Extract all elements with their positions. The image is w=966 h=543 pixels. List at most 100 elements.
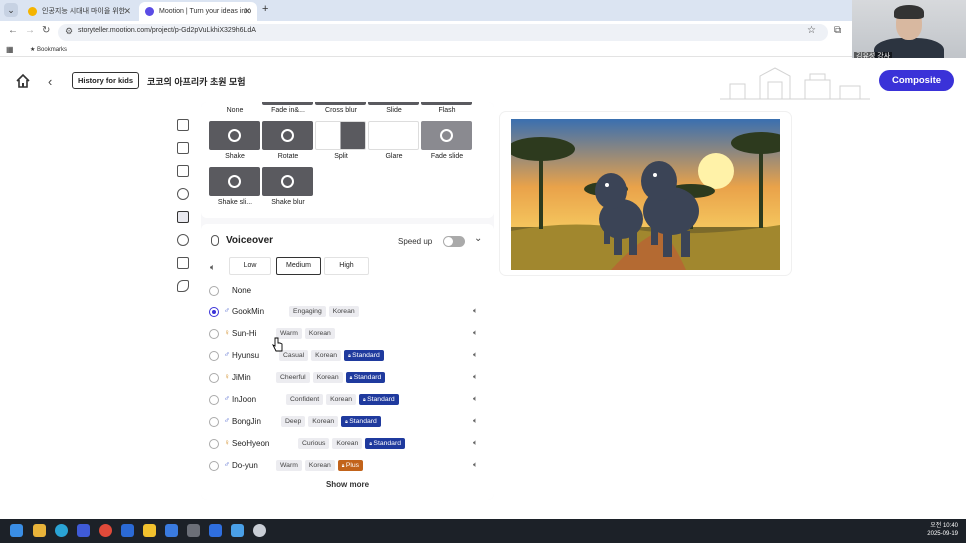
avatar-icon[interactable] [177, 257, 189, 269]
word-icon[interactable] [121, 524, 134, 537]
new-tab-button[interactable]: + [262, 3, 268, 15]
transitions-card: None Fade in&... Cross blur Slide Flash … [201, 102, 494, 218]
app-icon[interactable] [253, 524, 266, 537]
voice-preview-speaker-icon[interactable]: 🔈︎ [473, 394, 478, 404]
voice-option[interactable]: ♂ Hyunsu Casual Korean 🔒︎ Standard 🔈︎ [209, 348, 485, 364]
plus-badge: 🔒︎ Plus [337, 460, 364, 471]
collapse-chevron-icon[interactable]: ⌄ [474, 233, 482, 244]
voice-preview-speaker-icon[interactable]: 🔈︎ [473, 306, 478, 316]
zoom-icon[interactable] [209, 524, 222, 537]
transition-glyph-icon [228, 129, 241, 142]
elephants-scene-image[interactable] [511, 119, 780, 270]
voice-option[interactable]: ♂ InJoon Confident Korean 🔒︎ Standard 🔈︎ [209, 392, 485, 408]
voice-radio[interactable] [209, 439, 219, 449]
female-icon: ♀ [224, 372, 230, 381]
transition-tile-shake[interactable] [209, 121, 260, 150]
voice-option[interactable]: ♀ JiMin Cheerful Korean 🔒︎ Standard 🔈︎ [209, 370, 485, 386]
chrome-icon[interactable] [99, 524, 112, 537]
transition-label: Shake blur [271, 199, 305, 206]
voice-radio[interactable] [209, 286, 219, 296]
browser-tab[interactable]: 인공지능 시대내 마이을 위한 ✕ [22, 2, 137, 21]
voice-tag: Korean [328, 306, 359, 317]
voice-radio[interactable] [209, 307, 219, 317]
app-icon[interactable] [231, 524, 244, 537]
voice-radio[interactable] [209, 373, 219, 383]
history-for-kids-button[interactable]: History for kids [72, 72, 140, 89]
transition-tile[interactable] [421, 102, 472, 105]
voice-option[interactable]: ♂ Do-yun Warm Korean 🔒︎ Plus 🔈︎ [209, 458, 485, 474]
voice-name: InJoon [232, 395, 257, 404]
tab-favicon-icon [145, 7, 154, 16]
voice-radio[interactable] [209, 351, 219, 361]
image-icon[interactable] [177, 165, 189, 177]
transition-tile-fade-slide[interactable] [421, 121, 472, 150]
voice-radio[interactable] [209, 395, 219, 405]
start-menu-icon[interactable] [10, 524, 23, 537]
transition-tile-shake-blur[interactable] [262, 167, 313, 196]
transition-tile[interactable] [262, 102, 313, 105]
volume-low-button[interactable]: Low [229, 257, 271, 275]
tab-close-icon[interactable]: ✕ [243, 2, 251, 21]
app-icon[interactable] [165, 524, 178, 537]
music-note-icon[interactable] [177, 280, 189, 292]
transition-tile[interactable] [368, 102, 419, 105]
voice-radio[interactable] [209, 329, 219, 339]
show-more-link[interactable]: Show more [201, 480, 494, 489]
file-explorer-icon[interactable] [33, 524, 46, 537]
reload-icon[interactable]: ↻ [42, 25, 50, 36]
transition-tile-glare[interactable] [368, 121, 419, 150]
app-icon[interactable] [187, 524, 200, 537]
standard-badge: 🔒︎ Standard [344, 350, 384, 361]
voice-option[interactable]: ♂ GookMin Engaging Korean 🔈︎ [209, 304, 485, 320]
tab-close-icon[interactable]: ✕ [123, 2, 131, 21]
volume-high-button[interactable]: High [324, 257, 369, 275]
transition-tile-rotate[interactable] [262, 121, 313, 150]
composite-button[interactable]: Composite [879, 70, 954, 91]
bookmark-star-icon[interactable]: ☆ [807, 25, 816, 36]
transition-label: Shake sli... [217, 199, 253, 206]
transition-label: Shake [225, 153, 245, 160]
forward-arrow-icon[interactable]: → [25, 25, 35, 36]
apps-grid-icon[interactable]: ▦ [6, 43, 14, 57]
voice-tag: Korean [312, 372, 343, 383]
notes-icon[interactable] [143, 524, 156, 537]
voice-preview-speaker-icon[interactable]: 🔈︎ [473, 438, 478, 448]
captions-icon[interactable] [177, 142, 189, 154]
voice-radio[interactable] [209, 417, 219, 427]
project-title: 코코의 아프리카 초원 모험 [147, 77, 246, 87]
mouse-cursor-icon [272, 337, 283, 352]
effects-star-icon[interactable] [177, 188, 189, 200]
transition-tile-shake-slide[interactable] [209, 167, 260, 196]
transition-tile[interactable] [315, 102, 366, 105]
site-info-icon[interactable]: ⚙ [65, 26, 73, 37]
edge-browser-icon[interactable] [55, 524, 68, 537]
voice-preview-speaker-icon[interactable]: 🔈︎ [473, 372, 478, 382]
voice-preview-speaker-icon[interactable]: 🔈︎ [473, 416, 478, 426]
transition-label: Fade slide [430, 153, 464, 160]
tab-search-icon[interactable]: ⌄ [4, 3, 18, 17]
standard-badge: 🔒︎ Standard [365, 438, 405, 449]
browser-tab-active[interactable]: Mootion | Turn your ideas into ✕ [139, 2, 257, 21]
url-field[interactable]: ⚙ storyteller.mootion.com/project/p-Gd2p… [58, 24, 828, 41]
voice-option-none[interactable]: None [209, 283, 485, 299]
microphone-icon[interactable] [177, 234, 189, 246]
back-chevron-icon[interactable]: ‹ [48, 74, 52, 89]
volume-medium-button[interactable]: Medium [276, 257, 321, 275]
voice-option[interactable]: ♀ SeoHyeon Curious Korean 🔒︎ Standard 🔈︎ [209, 436, 485, 452]
voice-preview-speaker-icon[interactable]: 🔈︎ [473, 350, 478, 360]
transition-tile-split[interactable] [315, 121, 366, 150]
extension-icon[interactable]: ⧉ [834, 25, 841, 36]
bookmarks-folder[interactable]: ★ Bookmarks [30, 43, 67, 57]
app-icon[interactable] [77, 524, 90, 537]
scale-tool-icon[interactable] [177, 119, 189, 131]
voice-option[interactable]: ♀ Sun-Hi Warm Korean 🔈︎ [209, 326, 485, 342]
home-icon[interactable] [15, 73, 31, 89]
speed-up-toggle[interactable] [443, 236, 465, 247]
voice-option[interactable]: ♂ BongJin Deep Korean 🔒︎ Standard 🔈︎ [209, 414, 485, 430]
voice-preview-speaker-icon[interactable]: 🔈︎ [473, 328, 478, 338]
voice-preview-speaker-icon[interactable]: 🔈︎ [473, 460, 478, 470]
transition-icon[interactable] [177, 211, 189, 223]
back-arrow-icon[interactable]: ← [8, 25, 18, 36]
system-clock[interactable]: 오전 10:40 2025-09-19 [927, 522, 958, 538]
voice-radio[interactable] [209, 461, 219, 471]
